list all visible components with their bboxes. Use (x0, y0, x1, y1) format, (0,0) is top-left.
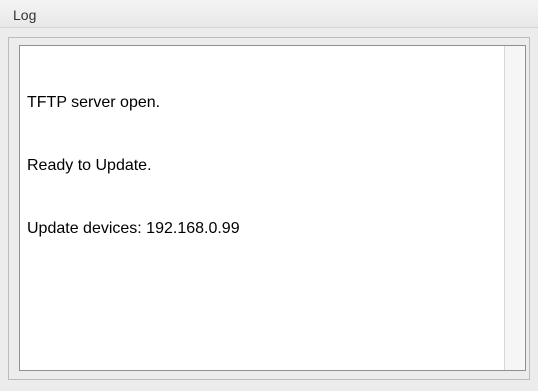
log-line: Ready to Update. (27, 157, 152, 174)
log-title: Log (13, 7, 37, 23)
log-line: TFTP server open. (27, 94, 161, 111)
log-textarea[interactable]: TFTP server open. Ready to Update. Updat… (19, 45, 526, 371)
log-line: Update devices: 192.168.0.99 (27, 220, 240, 237)
log-header: Log (0, 0, 538, 28)
vertical-scrollbar[interactable] (504, 46, 525, 370)
log-content: TFTP server open. Ready to Update. Updat… (27, 50, 240, 281)
log-panel: TFTP server open. Ready to Update. Updat… (8, 37, 530, 380)
